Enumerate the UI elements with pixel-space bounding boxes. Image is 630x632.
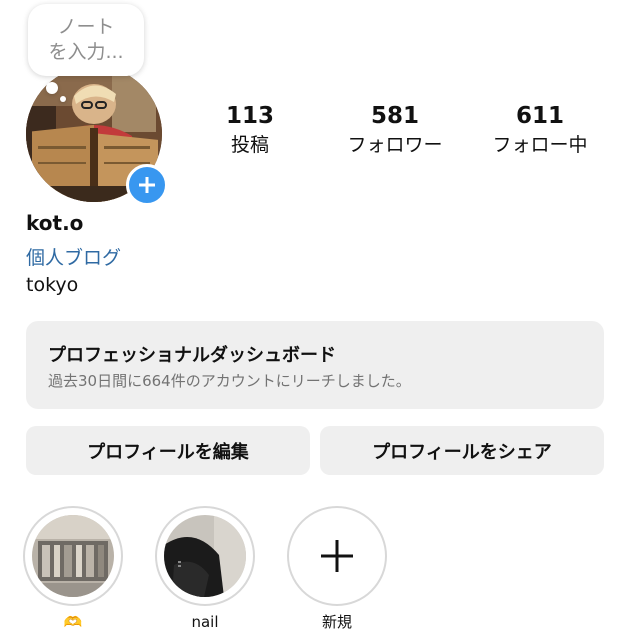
note-bubble-tail (46, 82, 58, 94)
highlight-cover (32, 515, 114, 597)
highlight-label: nail (191, 613, 219, 631)
posts-label: 投稿 (230, 134, 269, 156)
highlight-item-nail[interactable]: nail (154, 506, 256, 632)
note-bubble[interactable]: ノート を入力... (28, 4, 144, 76)
profile-username: kot.o (26, 211, 84, 235)
note-placeholder-line2: を入力... (48, 41, 124, 63)
note-bubble-tail-dot (60, 96, 66, 102)
bio-location: tokyo (26, 274, 79, 296)
highlight-cover (164, 515, 246, 597)
professional-dashboard-card[interactable]: プロフェッショナルダッシュボード 過去30日間に664件のアカウントにリーチしま… (26, 321, 604, 409)
new-highlight-label: 新規 (321, 613, 352, 631)
note-placeholder-line1: ノート (57, 16, 115, 38)
plus-icon (321, 540, 353, 572)
followers-label: フォロワー (347, 134, 443, 156)
dashboard-subtitle: 過去30日間に664件のアカウントにリーチしました。 (48, 372, 411, 390)
followers-count: 581 (370, 103, 419, 129)
posts-count: 113 (225, 103, 274, 129)
following-label: フォロー中 (492, 134, 588, 156)
stat-following[interactable]: 611 フォロー中 (470, 102, 610, 158)
stat-posts[interactable]: 113 投稿 (180, 102, 320, 158)
highlight-ring (155, 506, 255, 606)
new-highlight-ring (287, 506, 387, 606)
following-count: 611 (515, 103, 564, 129)
add-story-button[interactable] (126, 164, 168, 206)
highlight-label: 🫶 (63, 613, 83, 631)
highlight-photo (164, 515, 246, 597)
share-profile-button[interactable]: プロフィールをシェア (320, 426, 604, 475)
dashboard-title: プロフェッショナルダッシュボード (48, 345, 336, 366)
highlight-ring (23, 506, 123, 606)
bio-link[interactable]: 個人ブログ (26, 243, 121, 270)
highlight-item[interactable]: 🫶 (22, 506, 124, 632)
edit-profile-button[interactable]: プロフィールを編集 (26, 426, 310, 475)
highlight-photo (32, 515, 114, 597)
stat-followers[interactable]: 581 フォロワー (325, 102, 465, 158)
new-highlight-button[interactable]: 新規 (286, 506, 388, 632)
plus-icon (139, 177, 155, 193)
